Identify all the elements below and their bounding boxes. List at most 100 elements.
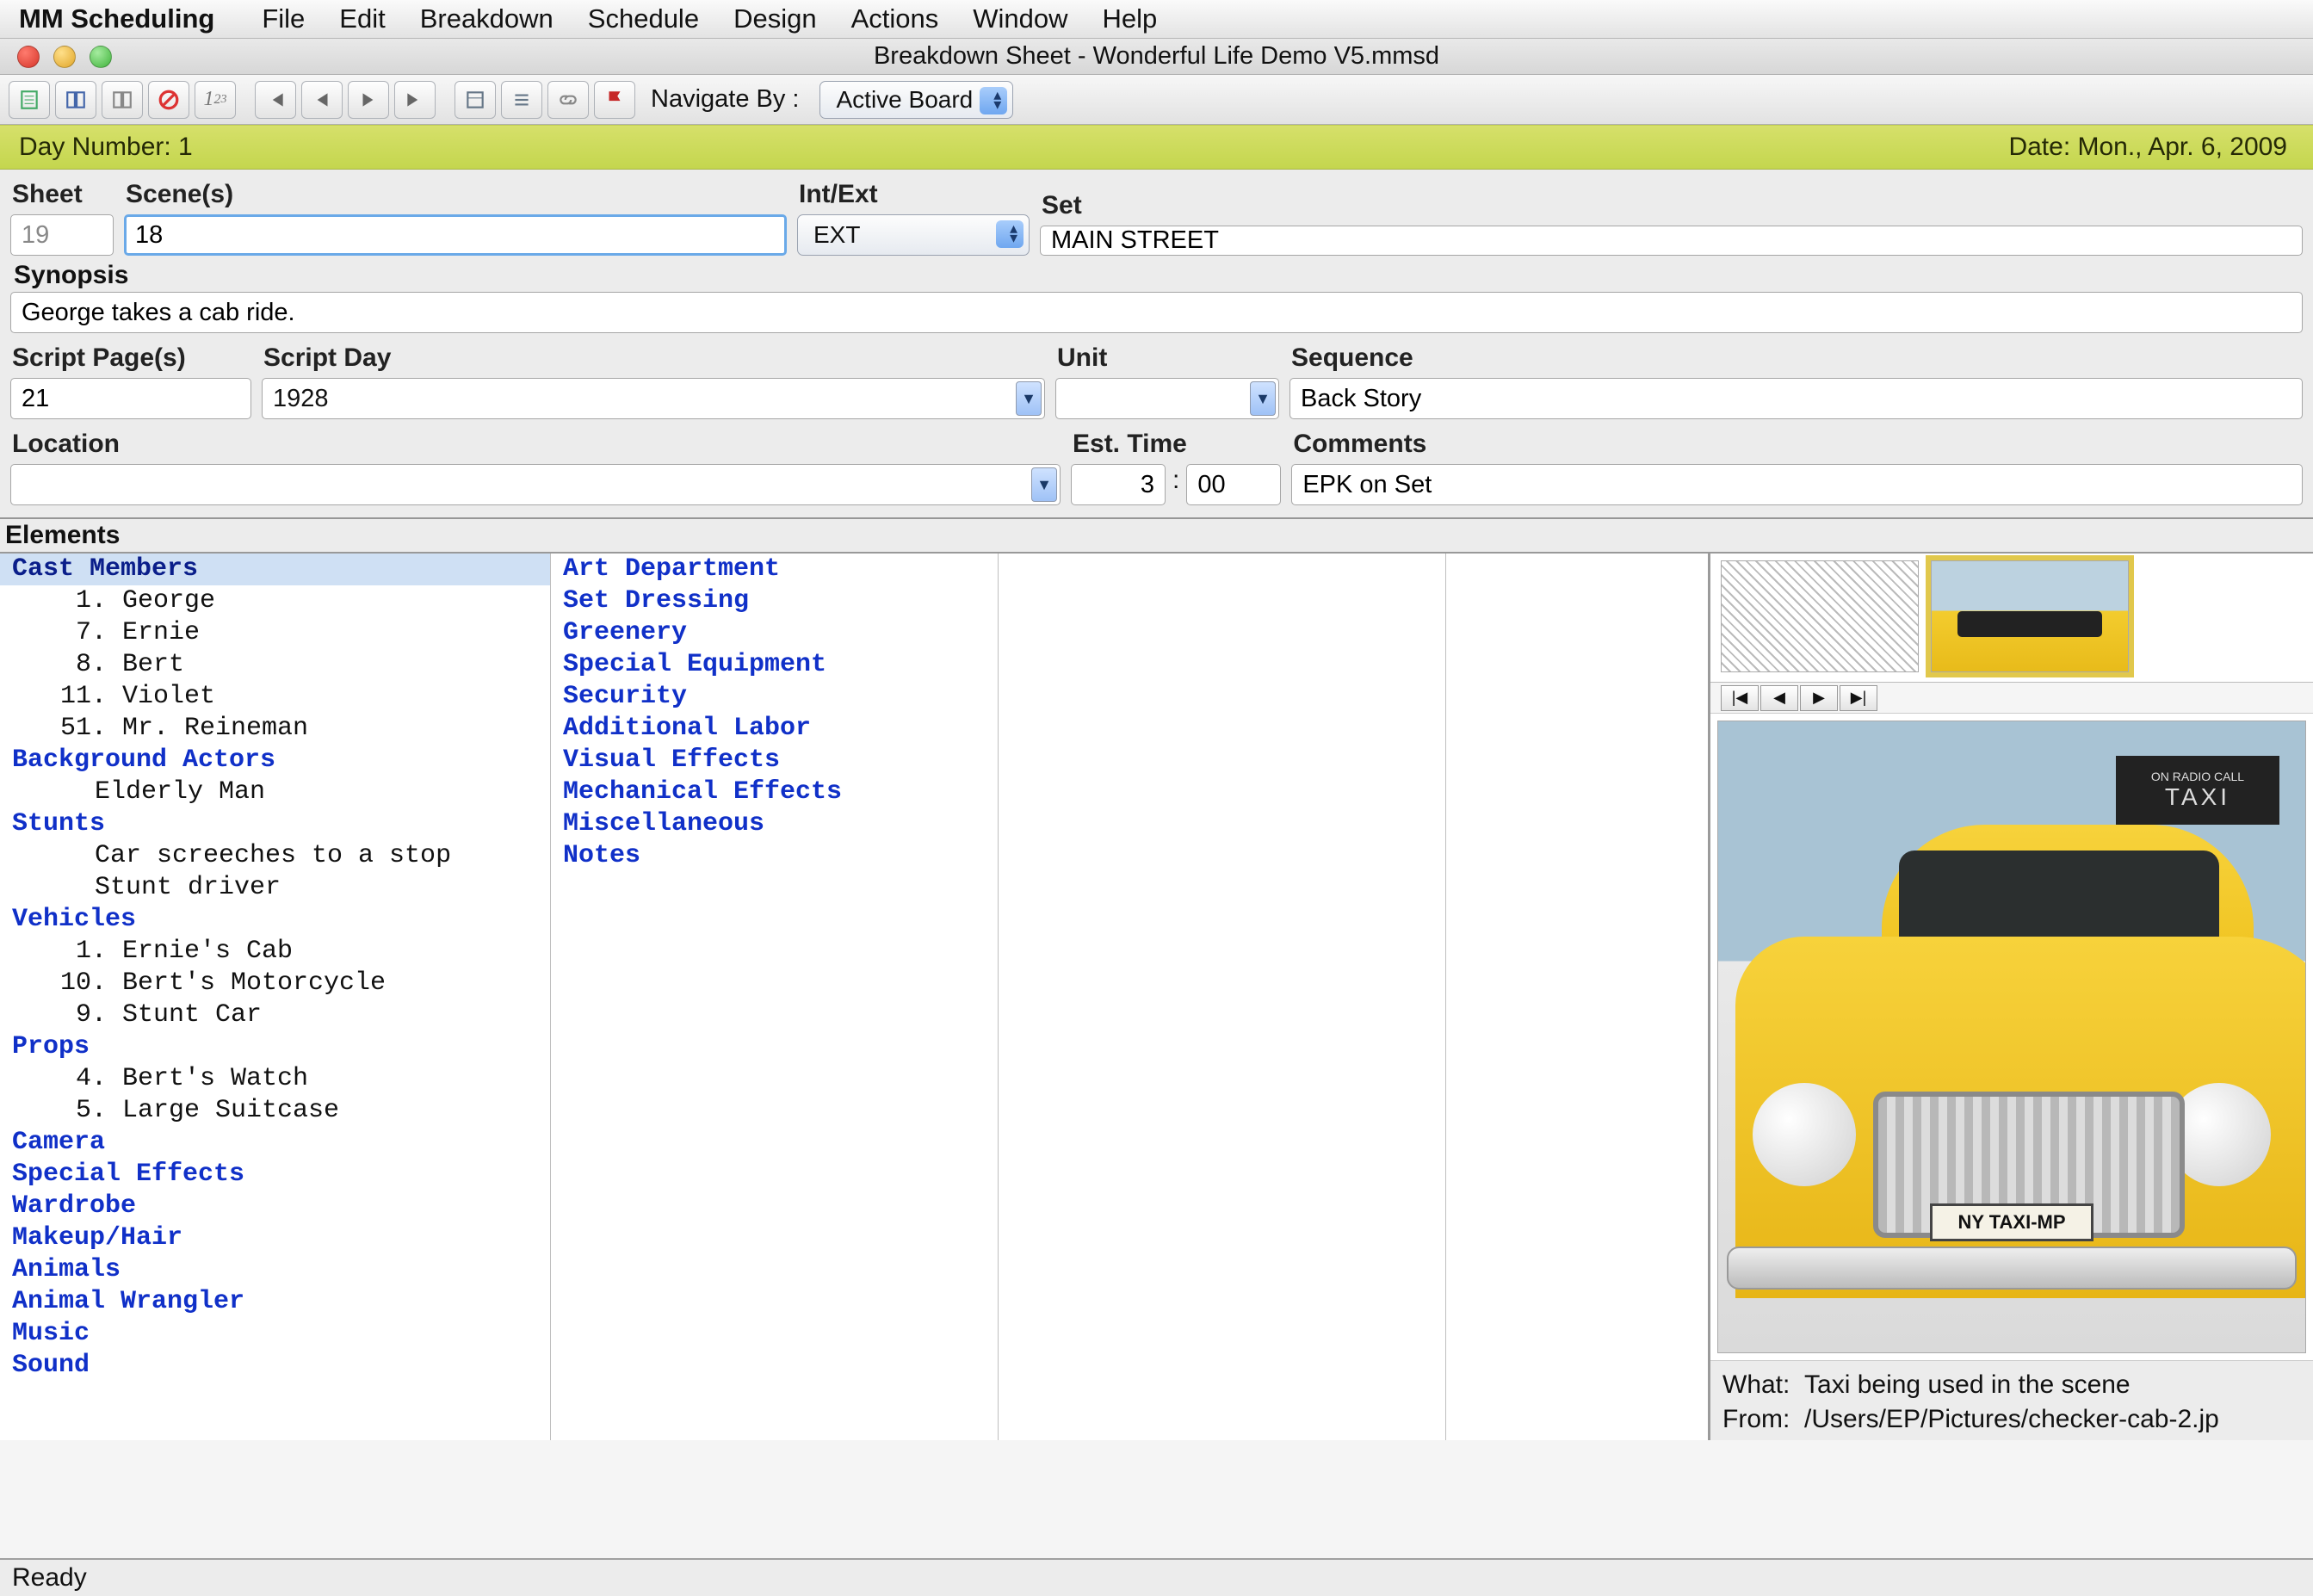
element-category[interactable]: Camera: [0, 1127, 550, 1159]
menu-window[interactable]: Window: [973, 3, 1067, 34]
view-book-icon[interactable]: [55, 81, 96, 119]
element-category[interactable]: Vehicles: [0, 904, 550, 936]
renumber-icon[interactable]: 123: [195, 81, 236, 119]
element-category[interactable]: Special Effects: [0, 1159, 550, 1191]
intext-value: EXT: [813, 221, 860, 249]
element-item[interactable]: 1. Ernie's Cab: [0, 936, 550, 968]
element-category[interactable]: Sound: [0, 1350, 550, 1382]
element-category[interactable]: Additional Labor: [551, 713, 998, 745]
license-plate: NY TAXI-MP: [1930, 1203, 2093, 1241]
menu-file[interactable]: File: [262, 3, 305, 34]
element-item[interactable]: Car screeches to a stop: [0, 840, 550, 872]
no-entry-icon[interactable]: [148, 81, 189, 119]
element-item[interactable]: 7. Ernie: [0, 617, 550, 649]
element-item[interactable]: 1. George: [0, 585, 550, 617]
thumbnail-2[interactable]: [1931, 560, 2129, 672]
navigate-by-select[interactable]: Active Board ▴▾: [819, 81, 1013, 119]
nav-first-icon[interactable]: [255, 81, 296, 119]
day-strip: Day Number: 1 Date: Mon., Apr. 6, 2009: [0, 125, 2313, 170]
element-category[interactable]: Props: [0, 1031, 550, 1063]
element-category[interactable]: Security: [551, 681, 998, 713]
menu-schedule[interactable]: Schedule: [588, 3, 699, 34]
status-bar: Ready: [0, 1558, 2313, 1596]
element-category[interactable]: Mechanical Effects: [551, 776, 998, 808]
element-category[interactable]: Cast Members: [0, 554, 550, 585]
element-item[interactable]: Stunt driver: [0, 872, 550, 904]
element-category[interactable]: Music: [0, 1318, 550, 1350]
view-columns-icon[interactable]: [102, 81, 143, 119]
unit-combo[interactable]: ▼: [1055, 378, 1279, 419]
thumb-last-icon[interactable]: ▶|: [1840, 685, 1877, 711]
element-category[interactable]: Animal Wrangler: [0, 1286, 550, 1318]
element-item[interactable]: 4. Bert's Watch: [0, 1063, 550, 1095]
menu-actions[interactable]: Actions: [851, 3, 939, 34]
menu-edit[interactable]: Edit: [339, 3, 385, 34]
chevron-down-icon[interactable]: ▼: [1250, 381, 1276, 416]
location-combo[interactable]: ▼: [10, 464, 1061, 505]
chevron-down-icon[interactable]: ▼: [1016, 381, 1042, 416]
element-item[interactable]: 5. Large Suitcase: [0, 1095, 550, 1127]
elements-col-3[interactable]: [999, 554, 1446, 1440]
chevron-updown-icon: ▴▾: [1010, 224, 1017, 243]
element-category[interactable]: Background Actors: [0, 745, 550, 776]
window-minimize-button[interactable]: [53, 46, 76, 68]
element-category[interactable]: Wardrobe: [0, 1191, 550, 1222]
chevron-down-icon[interactable]: ▼: [1031, 467, 1057, 502]
thumbnail-1[interactable]: [1721, 560, 1919, 672]
link-icon[interactable]: [547, 81, 589, 119]
est-time-mins-field[interactable]: [1186, 464, 1281, 505]
sheet-field[interactable]: [10, 214, 114, 256]
sheet-label: Sheet: [12, 180, 114, 209]
comments-field[interactable]: [1291, 464, 2303, 505]
elements-col-1[interactable]: Cast Members 1. George 7. Ernie 8. Bert1…: [0, 554, 551, 1440]
element-item[interactable]: Elderly Man: [0, 776, 550, 808]
elements-col-rest[interactable]: [1446, 554, 1710, 1440]
element-category[interactable]: Miscellaneous: [551, 808, 998, 840]
element-category[interactable]: Set Dressing: [551, 585, 998, 617]
scenes-field[interactable]: [124, 214, 787, 256]
thumb-first-icon[interactable]: |◀: [1721, 685, 1759, 711]
element-item[interactable]: 9. Stunt Car: [0, 999, 550, 1031]
sequence-field[interactable]: [1289, 378, 2303, 419]
thumbnail-strip: [1710, 554, 2313, 683]
element-category[interactable]: Visual Effects: [551, 745, 998, 776]
elements-col-2[interactable]: Art DepartmentSet DressingGreenerySpecia…: [551, 554, 999, 1440]
view-sheet-icon[interactable]: [9, 81, 50, 119]
flag-icon[interactable]: [594, 81, 635, 119]
set-field[interactable]: [1040, 226, 2303, 256]
detail-view-icon[interactable]: [455, 81, 496, 119]
thumb-next-icon[interactable]: ▶: [1800, 685, 1838, 711]
element-item[interactable]: 10. Bert's Motorcycle: [0, 968, 550, 999]
element-category[interactable]: Notes: [551, 840, 998, 872]
element-item[interactable]: 8. Bert: [0, 649, 550, 681]
window-close-button[interactable]: [17, 46, 40, 68]
nav-next-icon[interactable]: [348, 81, 389, 119]
nav-prev-icon[interactable]: [301, 81, 343, 119]
unit-label: Unit: [1057, 343, 1279, 373]
script-day-combo[interactable]: 1928 ▼: [262, 378, 1045, 419]
thumb-prev-icon[interactable]: ◀: [1760, 685, 1798, 711]
synopsis-label: Synopsis: [14, 261, 2303, 290]
est-time-hours-field[interactable]: [1071, 464, 1166, 505]
element-category[interactable]: Special Equipment: [551, 649, 998, 681]
element-category[interactable]: Stunts: [0, 808, 550, 840]
element-category[interactable]: Greenery: [551, 617, 998, 649]
intext-select[interactable]: EXT ▴▾: [797, 214, 1030, 256]
menu-breakdown[interactable]: Breakdown: [420, 3, 554, 34]
element-item[interactable]: 51. Mr. Reineman: [0, 713, 550, 745]
menu-help[interactable]: Help: [1103, 3, 1158, 34]
script-pages-field[interactable]: [10, 378, 251, 419]
element-category[interactable]: Art Department: [551, 554, 998, 585]
titlebar: Breakdown Sheet - Wonderful Life Demo V5…: [0, 39, 2313, 75]
window-zoom-button[interactable]: [90, 46, 112, 68]
element-category[interactable]: Makeup/Hair: [0, 1222, 550, 1254]
day-number-label: Day Number: 1: [19, 133, 193, 162]
element-item[interactable]: 11. Violet: [0, 681, 550, 713]
script-day-value: 1928: [273, 385, 329, 413]
synopsis-field[interactable]: [10, 292, 2303, 333]
menu-design[interactable]: Design: [733, 3, 817, 34]
list-view-icon[interactable]: [501, 81, 542, 119]
day-date-label: Date: Mon., Apr. 6, 2009: [2008, 133, 2287, 162]
element-category[interactable]: Animals: [0, 1254, 550, 1286]
nav-last-icon[interactable]: [394, 81, 436, 119]
